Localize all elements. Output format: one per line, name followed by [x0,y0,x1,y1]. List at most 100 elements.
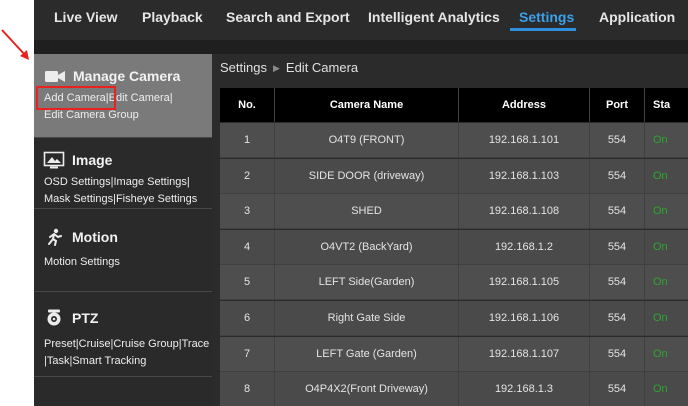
ptz-camera-icon [47,309,61,326]
nav-intelligent-analytics[interactable]: Intelligent Analytics [368,9,500,25]
cell-no: 3 [220,194,275,230]
camera-list-panel: Settings ▶ Edit Camera No. Camera Name Add… [212,54,688,406]
nav-active-underline [510,28,576,31]
section-header: Motion [43,227,118,247]
cell-port: 554 [590,336,645,372]
image-icon [43,151,65,169]
sidebar-section-motion[interactable]: Motion Motion Settings [34,209,212,292]
nav-application[interactable]: Application [599,9,675,25]
cell-camera-name: SHED [275,194,459,230]
cell-address: 192.168.1.108 [459,194,590,230]
main-area: Manage Camera Add Camera|Edit Camera| Ed… [34,40,688,406]
column-header-status: Sta [645,88,688,122]
annotation-highlight-box [36,86,116,110]
image-settings-link[interactable]: Image Settings [114,176,187,188]
cell-no: 4 [220,229,275,265]
breadcrumb-separator-icon: ▶ [272,63,280,73]
cell-status: On [645,336,688,372]
cell-port: 554 [590,158,645,194]
camera-icon [45,71,65,82]
breadcrumb-root[interactable]: Settings [220,60,267,75]
breadcrumb-current: Edit Camera [285,60,359,75]
running-person-icon [48,228,62,246]
section-title: Image [72,152,113,168]
sidebar-section-ptz[interactable]: PTZ Preset|Cruise|Cruise Group|Trace |Ta… [34,292,212,377]
table-row[interactable]: 5 LEFT Side(Garden) 192.168.1.105 554 On [220,265,688,301]
cell-address: 192.168.1.3 [459,372,590,406]
cell-status: On [645,158,688,194]
cell-camera-name: O4P4X2(Front Driveway) [275,372,459,406]
motion-settings-link[interactable]: Motion Settings [44,256,120,268]
cell-camera-name: O4VT2 (BackYard) [275,229,459,265]
section-title: Manage Camera [73,68,181,84]
nav-settings[interactable]: Settings [519,9,574,25]
cell-address: 192.168.1.105 [459,265,590,301]
section-links: OSD Settings|Image Settings| Mask Settin… [44,176,198,205]
cell-status: On [645,123,688,158]
osd-settings-link[interactable]: OSD Settings [44,176,111,188]
table-row[interactable]: 7 LEFT Gate (Garden) 192.168.1.107 554 On [220,336,688,372]
table-row[interactable]: 1 O4T9 (FRONT) 192.168.1.101 554 On [220,123,688,158]
edit-camera-link[interactable]: Edit Camera [109,92,170,104]
cell-no: 2 [220,158,275,194]
cell-no: 8 [220,372,275,406]
column-header-port: Port [590,88,645,122]
smart-tracking-link[interactable]: Smart Tracking [72,355,146,367]
preset-link[interactable]: Preset [44,338,76,350]
cell-status: On [645,301,688,336]
cruise-group-link[interactable]: Cruise Group [113,338,178,350]
cell-status: On [645,372,688,406]
cell-camera-name: Right Gate Side [275,301,459,336]
section-header: Image [43,150,112,170]
breadcrumb: Settings ▶ Edit Camera [220,60,358,75]
sidebar-section-image[interactable]: Image OSD Settings|Image Settings| Mask … [34,138,212,209]
nav-playback[interactable]: Playback [142,9,203,25]
cruise-link[interactable]: Cruise [79,338,111,350]
top-navigation-bar: Live View Playback Search and Export Int… [34,0,688,40]
edit-camera-group-link[interactable]: Edit Camera Group [44,109,139,121]
trace-link[interactable]: Trace [182,338,210,350]
cell-address: 192.168.1.101 [459,123,590,158]
cell-camera-name: O4T9 (FRONT) [275,123,459,158]
camera-table: No. Camera Name Address Port Sta 1 O4T9 (… [220,88,688,406]
section-header: PTZ [43,308,98,328]
nav-live-view[interactable]: Live View [54,9,118,25]
cell-port: 554 [590,123,645,158]
cell-status: On [645,229,688,265]
cell-camera-name: LEFT Side(Garden) [275,265,459,301]
cell-no: 1 [220,123,275,158]
cell-address: 192.168.1.103 [459,158,590,194]
cell-camera-name: SIDE DOOR (driveway) [275,158,459,194]
column-header-no: No. [220,88,275,122]
cell-port: 554 [590,301,645,336]
cell-port: 554 [590,229,645,265]
nav-search-and-export[interactable]: Search and Export [226,9,350,25]
cell-no: 5 [220,265,275,301]
section-title: Motion [72,229,118,245]
fisheye-settings-link[interactable]: Fisheye Settings [116,193,197,205]
cell-address: 192.168.1.2 [459,229,590,265]
annotation-arrow-icon [1,29,29,60]
cell-no: 6 [220,301,275,336]
cell-address: 192.168.1.106 [459,301,590,336]
table-row[interactable]: 3 SHED 192.168.1.108 554 On [220,194,688,230]
section-links: Motion Settings [44,254,210,271]
cell-port: 554 [590,194,645,230]
table-row[interactable]: 4 O4VT2 (BackYard) 192.168.1.2 554 On [220,229,688,265]
table-header-row: No. Camera Name Address Port Sta [220,88,688,123]
table-row[interactable]: 6 Right Gate Side 192.168.1.106 554 On [220,301,688,336]
table-row[interactable]: 8 O4P4X2(Front Driveway) 192.168.1.3 554 On [220,372,688,406]
column-header-camera-name: Camera Name [275,88,459,122]
cell-no: 7 [220,336,275,372]
mask-settings-link[interactable]: Mask Settings [44,193,113,205]
cell-camera-name: LEFT Gate (Garden) [275,336,459,372]
section-title: PTZ [72,310,99,326]
cell-port: 554 [590,265,645,301]
cell-address: 192.168.1.107 [459,336,590,372]
column-header-address: Address [459,88,590,122]
cell-status: On [645,265,688,301]
table-row[interactable]: 2 SIDE DOOR (driveway) 192.168.1.103 554 On [220,158,688,194]
section-links: Preset|Cruise|Cruise Group|Trace |Task|S… [44,338,210,367]
task-link[interactable]: Task [47,355,70,367]
cell-port: 554 [590,372,645,406]
